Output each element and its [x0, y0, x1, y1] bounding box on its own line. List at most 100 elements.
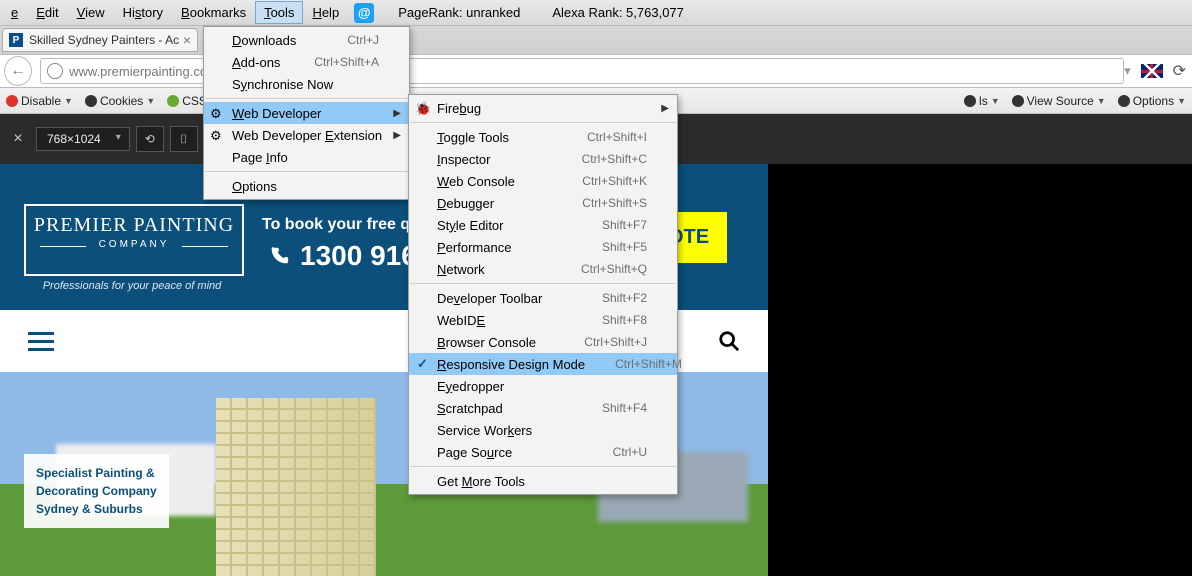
- hero-caption: Specialist Painting & Decorating Company…: [24, 454, 169, 528]
- menu-item-label: Toggle Tools: [437, 130, 557, 145]
- shortcut-label: Shift+F7: [602, 218, 647, 232]
- tool-icon: [85, 95, 97, 107]
- menu-item-downloads[interactable]: Downloads Ctrl+J: [204, 29, 409, 51]
- browser-tab[interactable]: P Skilled Sydney Painters - Acc ×: [2, 28, 198, 52]
- gear-icon: ⚙: [210, 128, 224, 142]
- menu-item-label: Page Info: [232, 150, 379, 165]
- devbar-cookies[interactable]: Cookies▼: [79, 94, 161, 108]
- devbar-ls[interactable]: ls▼: [958, 94, 1006, 108]
- menu-item-eyedropper[interactable]: Eyedropper: [409, 375, 677, 397]
- menu-item-developer-toolbar[interactable]: Developer Toolbar Shift+F2: [409, 287, 677, 309]
- shortcut-label: Ctrl+Shift+S: [582, 196, 647, 210]
- menu-item-label: Page Source: [437, 445, 583, 460]
- shortcut-label: Ctrl+Shift+A: [314, 55, 379, 69]
- menu-item-performance[interactable]: PerformanceShift+F5: [409, 236, 677, 258]
- menu-tools[interactable]: Tools: [255, 1, 303, 24]
- back-button[interactable]: ←: [4, 56, 32, 86]
- submenu-arrow-icon: ▶: [393, 130, 401, 141]
- hamburger-menu-button[interactable]: [28, 332, 54, 351]
- menu-view[interactable]: View: [68, 1, 114, 24]
- menu-item-label: Synchronise Now: [232, 77, 379, 92]
- web-developer-submenu[interactable]: 🐞 Firebug ▶ Toggle Tools Ctrl+Shift+I Inspect…: [408, 94, 678, 495]
- favicon: P: [9, 33, 23, 47]
- shortcut-label: Shift+F5: [602, 240, 647, 254]
- menu-item-label: Get More Tools: [437, 474, 647, 489]
- reload-button[interactable]: ⟳: [1173, 61, 1186, 81]
- menu-history[interactable]: History: [114, 1, 172, 24]
- menu-item-web-developer[interactable]: ⚙Web Developer▶: [204, 102, 409, 124]
- menu-item-page-info[interactable]: Page Info: [204, 146, 409, 168]
- logo-line1: PREMIER PAINTING: [26, 214, 242, 237]
- tab-title: Skilled Sydney Painters - Acc: [29, 33, 179, 47]
- booking-text: To book your free qu: [262, 216, 420, 234]
- menu-bookmarks[interactable]: Bookmarks: [172, 1, 255, 24]
- devbar-disable[interactable]: Disable▼: [0, 94, 79, 108]
- menu-item-web-developer-extension[interactable]: ⚙ Web Developer Extension ▶: [204, 124, 409, 146]
- dropdown-icon[interactable]: ▾: [1124, 63, 1131, 79]
- menu-e[interactable]: e: [2, 1, 27, 24]
- menu-item-firebug[interactable]: 🐞 Firebug ▶: [409, 97, 677, 119]
- gear-icon: ⚙: [210, 106, 224, 120]
- shortcut-label: Shift+F2: [602, 291, 647, 305]
- shortcut-label: Ctrl+Shift+C: [582, 152, 647, 166]
- menu-item-label: Firebug: [437, 101, 647, 116]
- menu-item-responsive-design-mode[interactable]: Responsive Design ModeCtrl+Shift+M: [409, 353, 677, 375]
- menu-item-style-editor[interactable]: Style Editor Shift+F7: [409, 214, 677, 236]
- menu-item-label: Service Workers: [437, 423, 647, 438]
- tool-icon: [1118, 95, 1130, 107]
- rotate-button[interactable]: ⟲: [136, 126, 164, 152]
- caption-line: Decorating Company: [36, 482, 157, 500]
- menu-item-inspector[interactable]: Inspector Ctrl+Shift+C: [409, 148, 677, 170]
- menu-item-web-console[interactable]: Web ConsoleCtrl+Shift+K: [409, 170, 677, 192]
- close-rdm-button[interactable]: ×: [0, 130, 36, 148]
- search-icon[interactable]: [718, 330, 740, 352]
- submenu-arrow-icon: ▶: [661, 103, 669, 114]
- devbar-view-source[interactable]: View Source▼: [1006, 94, 1112, 108]
- addon-icon[interactable]: @: [354, 3, 374, 23]
- shortcut-label: Ctrl+U: [613, 445, 647, 459]
- menu-item-scratchpad[interactable]: ScratchpadShift+F4: [409, 397, 677, 419]
- menubar: eEditViewHistoryBookmarksToolsHelp @ Pag…: [0, 0, 1192, 26]
- menu-edit[interactable]: Edit: [27, 1, 67, 24]
- tagline: Professionals for your peace of mind: [24, 280, 240, 292]
- menu-help[interactable]: Help: [303, 1, 348, 24]
- menu-item-label: Web Developer Extension: [232, 128, 382, 143]
- tool-icon: [6, 95, 18, 107]
- menu-item-add-ons[interactable]: Add-onsCtrl+Shift+A: [204, 51, 409, 73]
- tool-icon: [964, 95, 976, 107]
- caption-line: Sydney & Suburbs: [36, 500, 157, 518]
- globe-icon: [47, 63, 63, 79]
- menu-item-toggle-tools[interactable]: Toggle Tools Ctrl+Shift+I: [409, 126, 677, 148]
- devbar-options[interactable]: Options▼: [1112, 94, 1192, 108]
- menu-item-page-source[interactable]: Page Source Ctrl+U: [409, 441, 677, 463]
- menu-item-debugger[interactable]: Debugger Ctrl+Shift+S: [409, 192, 677, 214]
- flag-icon: [1141, 64, 1163, 78]
- address-bar-row: ← www.premierpainting.com ▾ ⟳: [0, 54, 1192, 88]
- site-logo[interactable]: PREMIER PAINTING COMPANY: [24, 204, 244, 276]
- close-tab-icon[interactable]: ×: [183, 32, 191, 48]
- menu-item-webide[interactable]: WebIDEShift+F8: [409, 309, 677, 331]
- menu-item-label: Web Console: [437, 174, 552, 189]
- menu-item-label: Downloads: [232, 33, 317, 48]
- menu-item-browser-console[interactable]: Browser ConsoleCtrl+Shift+J: [409, 331, 677, 353]
- viewport-size-select[interactable]: 768×1024: [36, 127, 130, 151]
- firebug-icon: 🐞: [415, 101, 429, 115]
- shortcut-label: Ctrl+Shift+M: [615, 357, 682, 371]
- shortcut-label: Shift+F4: [602, 401, 647, 415]
- menu-item-label: Developer Toolbar: [437, 291, 572, 306]
- menu-item-label: Inspector: [437, 152, 552, 167]
- menu-item-options[interactable]: Options: [204, 175, 409, 197]
- screenshot-button[interactable]: ⌷: [170, 126, 198, 152]
- menu-item-get-more-tools[interactable]: Get More Tools: [409, 470, 677, 492]
- menu-item-label: Debugger: [437, 196, 552, 211]
- shortcut-label: Ctrl+Shift+I: [587, 130, 647, 144]
- tools-menu[interactable]: Downloads Ctrl+J Add-onsCtrl+Shift+A Synchr…: [203, 26, 410, 200]
- tool-icon: [1012, 95, 1024, 107]
- menu-item-network[interactable]: NetworkCtrl+Shift+Q: [409, 258, 677, 280]
- shortcut-label: Ctrl+J: [347, 33, 379, 47]
- menu-item-service-workers[interactable]: Service Workers: [409, 419, 677, 441]
- menu-item-synchronise-now[interactable]: Synchronise Now: [204, 73, 409, 95]
- shortcut-label: Shift+F8: [602, 313, 647, 327]
- menu-item-label: Eyedropper: [437, 379, 647, 394]
- menu-item-label: Style Editor: [437, 218, 572, 233]
